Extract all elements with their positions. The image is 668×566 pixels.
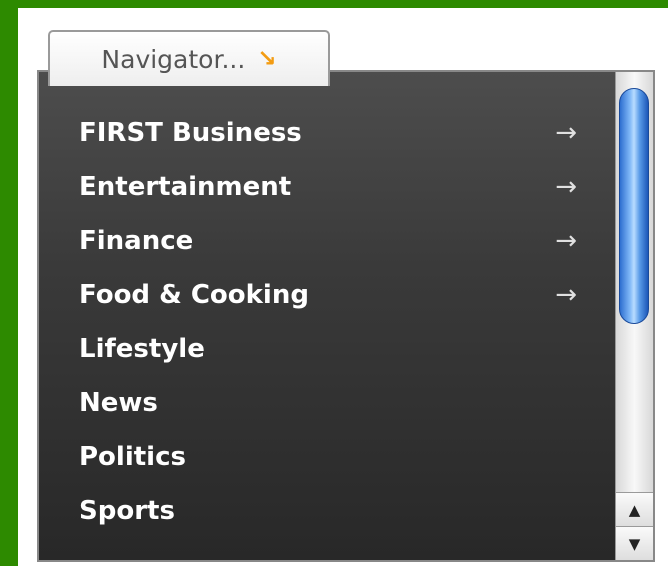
menu-item-label: Politics	[79, 442, 186, 472]
menu-item-sports[interactable]: Sports	[39, 484, 609, 538]
menu-item-entertainment[interactable]: Entertainment →	[39, 160, 609, 214]
menu-item-food-cooking[interactable]: Food & Cooking →	[39, 268, 609, 322]
arrow-down-right-icon: ↘	[257, 46, 277, 72]
scroll-down-button[interactable]: ▼	[616, 526, 653, 560]
navigator-tab[interactable]: Navigator... ↘	[48, 30, 330, 86]
arrow-right-icon: →	[555, 172, 577, 202]
arrow-right-icon: →	[555, 118, 577, 148]
scrollbar-thumb[interactable]	[619, 88, 649, 324]
menu-item-label: Lifestyle	[79, 334, 205, 364]
menu-item-news[interactable]: News	[39, 376, 609, 430]
menu-item-label: Food & Cooking	[79, 280, 309, 310]
menu-item-label: Entertainment	[79, 172, 292, 202]
vertical-scrollbar[interactable]: ▲ ▼	[615, 72, 653, 560]
menu-item-politics[interactable]: Politics	[39, 430, 609, 484]
menu-item-finance[interactable]: Finance →	[39, 214, 609, 268]
navigator-tab-label: Navigator...	[101, 44, 246, 74]
menu-item-label: Finance	[79, 226, 194, 256]
arrow-right-icon: →	[555, 226, 577, 256]
triangle-up-icon: ▲	[628, 500, 641, 519]
canvas: Navigator... ↘ FIRST Business → Entertai…	[18, 8, 668, 566]
menu-item-label: FIRST Business	[79, 118, 302, 148]
scroll-up-button[interactable]: ▲	[616, 492, 653, 526]
menu-item-first-business[interactable]: FIRST Business →	[39, 106, 609, 160]
menu-list: FIRST Business → Entertainment → Finance…	[39, 106, 609, 538]
menu-item-label: Sports	[79, 496, 175, 526]
navigator-panel: FIRST Business → Entertainment → Finance…	[37, 70, 655, 562]
menu-item-label: News	[79, 388, 158, 418]
triangle-down-icon: ▼	[628, 534, 641, 553]
arrow-right-icon: →	[555, 280, 577, 310]
menu-item-lifestyle[interactable]: Lifestyle	[39, 322, 609, 376]
